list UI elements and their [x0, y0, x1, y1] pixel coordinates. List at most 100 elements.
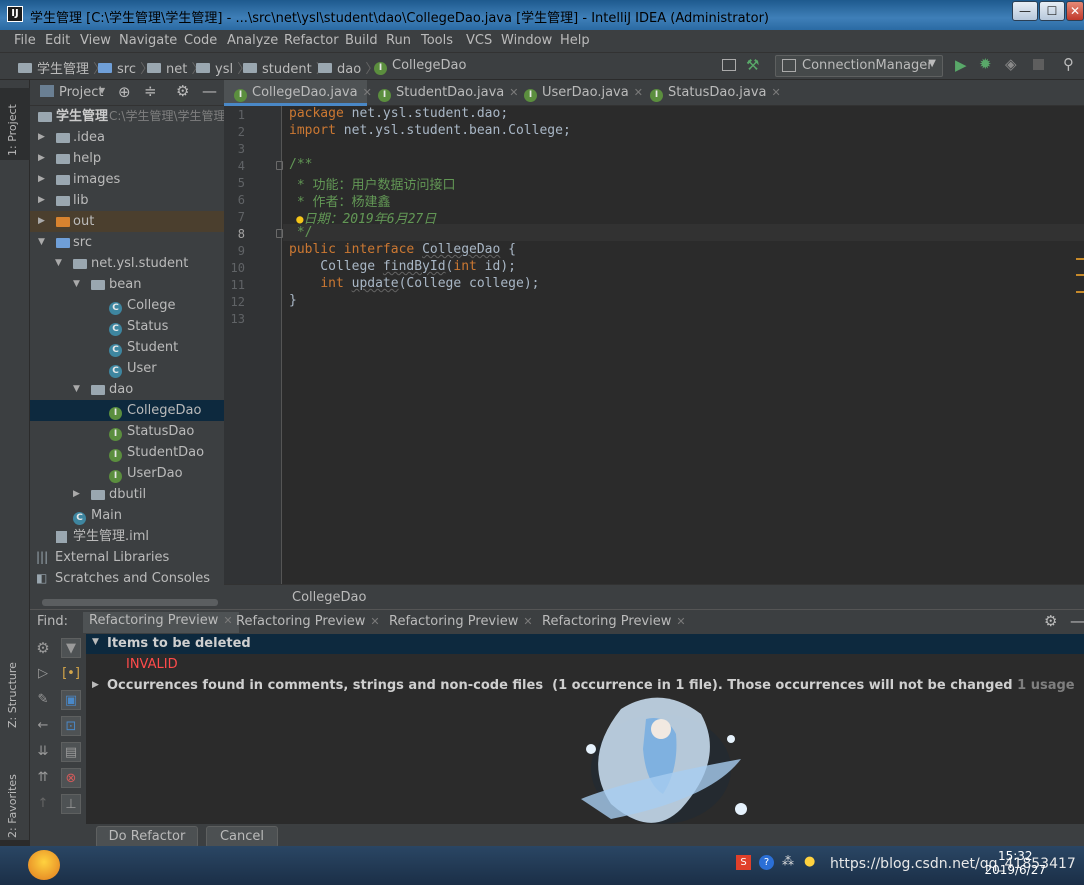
chevron-right-icon[interactable]: ▶ — [38, 148, 45, 169]
lightbulb-icon[interactable]: ● — [289, 212, 303, 226]
tree-item-college[interactable]: C College — [30, 295, 224, 316]
collapse-all-icon[interactable]: ⇈ — [33, 768, 53, 788]
tree-item-userdao[interactable]: I UserDao — [30, 463, 224, 484]
chevron-right-icon[interactable]: ▶ — [38, 211, 45, 232]
minimize-button[interactable]: — — [1012, 1, 1038, 21]
tree-item-dbutil[interactable]: ▶ dbutil — [30, 484, 224, 505]
module-group-icon[interactable]: ⊡ — [61, 716, 81, 736]
project-view-select[interactable]: Project — [59, 85, 103, 100]
tab-refactoring-preview-4[interactable]: Refactoring Preview ✕ — [542, 614, 686, 629]
stop-icon[interactable] — [1033, 59, 1044, 70]
filter-icon[interactable]: ▼ — [61, 638, 81, 658]
tree-item-main[interactable]: C Main — [30, 505, 224, 526]
chevron-down-icon[interactable]: ▼ — [99, 86, 105, 95]
breadcrumb-project[interactable]: 学生管理 〉 — [18, 58, 106, 77]
arrow-left-icon[interactable]: ← — [33, 716, 53, 736]
hide-panel-icon[interactable]: — — [1070, 612, 1084, 630]
tree-item-external-libraries[interactable]: ||| External Libraries — [30, 547, 224, 568]
cancel-button[interactable]: Cancel — [206, 826, 278, 848]
chevron-right-icon[interactable]: ▶ — [92, 680, 99, 690]
merge-icon[interactable]: ⊥ — [61, 794, 81, 814]
warning-stripe-marker[interactable] — [1076, 258, 1084, 260]
tree-item-images[interactable]: ▶ images — [30, 169, 224, 190]
run-icon[interactable]: ▶ — [955, 56, 967, 74]
build-hammer-icon[interactable]: ⚒ — [746, 56, 759, 74]
editor-breadcrumb-item[interactable]: CollegeDao — [292, 590, 366, 605]
tab-refactoring-preview-3[interactable]: Refactoring Preview ✕ — [389, 614, 533, 629]
search-icon[interactable]: ⚲ — [1063, 55, 1074, 73]
chevron-down-icon[interactable]: ▼ — [73, 274, 80, 295]
chevron-right-icon[interactable]: ▶ — [38, 190, 45, 211]
chevron-right-icon[interactable]: ▶ — [38, 127, 45, 148]
close-icon[interactable]: ✕ — [676, 615, 685, 628]
close-icon[interactable]: ✕ — [634, 86, 643, 99]
chevron-right-icon[interactable]: ▶ — [38, 169, 45, 190]
gear-icon[interactable]: ⚙ — [1044, 612, 1057, 630]
code-editor[interactable]: package net.ysl.student.dao; import net.… — [283, 106, 1084, 584]
menu-edit[interactable]: Edit — [45, 33, 70, 48]
tree-item-studentdao[interactable]: I StudentDao — [30, 442, 224, 463]
close-icon[interactable]: ✕ — [223, 614, 232, 627]
breadcrumb-collegedao[interactable]: I CollegeDao — [374, 58, 466, 75]
menu-code[interactable]: Code — [184, 33, 217, 48]
tree-item-collegedao[interactable]: I CollegeDao — [30, 400, 224, 421]
menu-analyze[interactable]: Analyze — [227, 33, 278, 48]
chevron-down-icon[interactable]: ▼ — [73, 379, 80, 400]
fold-marker-icon[interactable] — [276, 161, 283, 170]
help-icon[interactable]: ? — [759, 855, 774, 870]
tree-item-idea[interactable]: ▶ .idea — [30, 127, 224, 148]
tree-item-iml[interactable]: 学生管理.iml — [30, 526, 224, 547]
menu-build[interactable]: Build — [345, 33, 378, 48]
menu-run[interactable]: Run — [386, 33, 411, 48]
locate-target-icon[interactable]: ⊕ — [118, 83, 131, 101]
hide-panel-icon[interactable]: — — [202, 82, 217, 100]
tree-item-user[interactable]: C User — [30, 358, 224, 379]
menu-refactor[interactable]: Refactor — [284, 33, 339, 48]
tab-refactoring-preview-1[interactable]: Refactoring Preview ✕ — [83, 612, 239, 633]
tree-item-bean[interactable]: ▼ bean — [30, 274, 224, 295]
notification-icon[interactable]: ⁂ — [782, 854, 794, 868]
project-tool-tab[interactable]: 1: Project — [0, 88, 30, 160]
tree-item-status[interactable]: C Status — [30, 316, 224, 337]
warning-stripe-marker[interactable] — [1076, 274, 1084, 276]
tab-userdao[interactable]: I UserDao.java ✕ — [516, 80, 643, 106]
tree-item-statusdao[interactable]: I StatusDao — [30, 421, 224, 442]
tree-item-package-root[interactable]: ▼ net.ysl.student — [30, 253, 224, 274]
group-by-icon[interactable]: [•] — [61, 664, 81, 684]
run-configuration-select[interactable]: ConnectionManager ▼ — [775, 55, 943, 77]
package-group-icon[interactable]: ▤ — [61, 742, 81, 762]
maximize-button[interactable]: ☐ — [1039, 1, 1065, 21]
warning-stripe-marker[interactable] — [1076, 291, 1084, 293]
coverage-icon[interactable]: ◈ — [1005, 55, 1017, 73]
preview-icon[interactable]: ▣ — [61, 690, 81, 710]
pin-icon[interactable]: ✎ — [33, 690, 53, 710]
exclude-icon[interactable]: ⊗ — [61, 768, 81, 788]
menu-tools[interactable]: Tools — [421, 33, 453, 48]
close-icon[interactable]: ✕ — [523, 615, 532, 628]
breadcrumb-dao[interactable]: dao 〉 — [318, 58, 378, 77]
fold-marker-icon[interactable] — [276, 229, 283, 238]
tab-statusdao[interactable]: I StatusDao.java ✕ — [644, 80, 781, 106]
do-refactor-button[interactable]: Do Refactor — [96, 826, 198, 848]
menu-file[interactable]: File — [14, 33, 36, 48]
results-group-deleted[interactable]: ▼ Items to be deleted — [86, 634, 1084, 654]
tree-item-help[interactable]: ▶ help — [30, 148, 224, 169]
close-icon[interactable]: ✕ — [370, 615, 379, 628]
tree-item-out[interactable]: ▶ out — [30, 211, 224, 232]
chevron-right-icon[interactable]: ▶ — [73, 484, 80, 505]
tab-studentdao[interactable]: I StudentDao.java ✕ — [369, 80, 518, 106]
gear-icon[interactable]: ⚙ — [33, 638, 53, 658]
menu-window[interactable]: Window — [501, 33, 552, 48]
horizontal-scrollbar[interactable] — [42, 599, 218, 606]
structure-tool-tab[interactable]: Z: Structure — [0, 650, 30, 730]
expand-all-icon[interactable]: ⇊ — [33, 742, 53, 762]
arrow-up-icon[interactable]: ↑ — [33, 794, 53, 814]
collapse-all-icon[interactable]: ≑ — [144, 82, 157, 100]
tree-item-dao[interactable]: ▼ dao — [30, 379, 224, 400]
close-icon[interactable]: ✕ — [772, 86, 781, 99]
qq-icon[interactable] — [28, 850, 60, 880]
chevron-down-icon[interactable]: ▼ — [55, 253, 62, 274]
tree-item-lib[interactable]: ▶ lib — [30, 190, 224, 211]
breadcrumb-student[interactable]: student 〉 — [243, 58, 329, 77]
tree-item-scratches[interactable]: ◧ Scratches and Consoles — [30, 568, 224, 589]
